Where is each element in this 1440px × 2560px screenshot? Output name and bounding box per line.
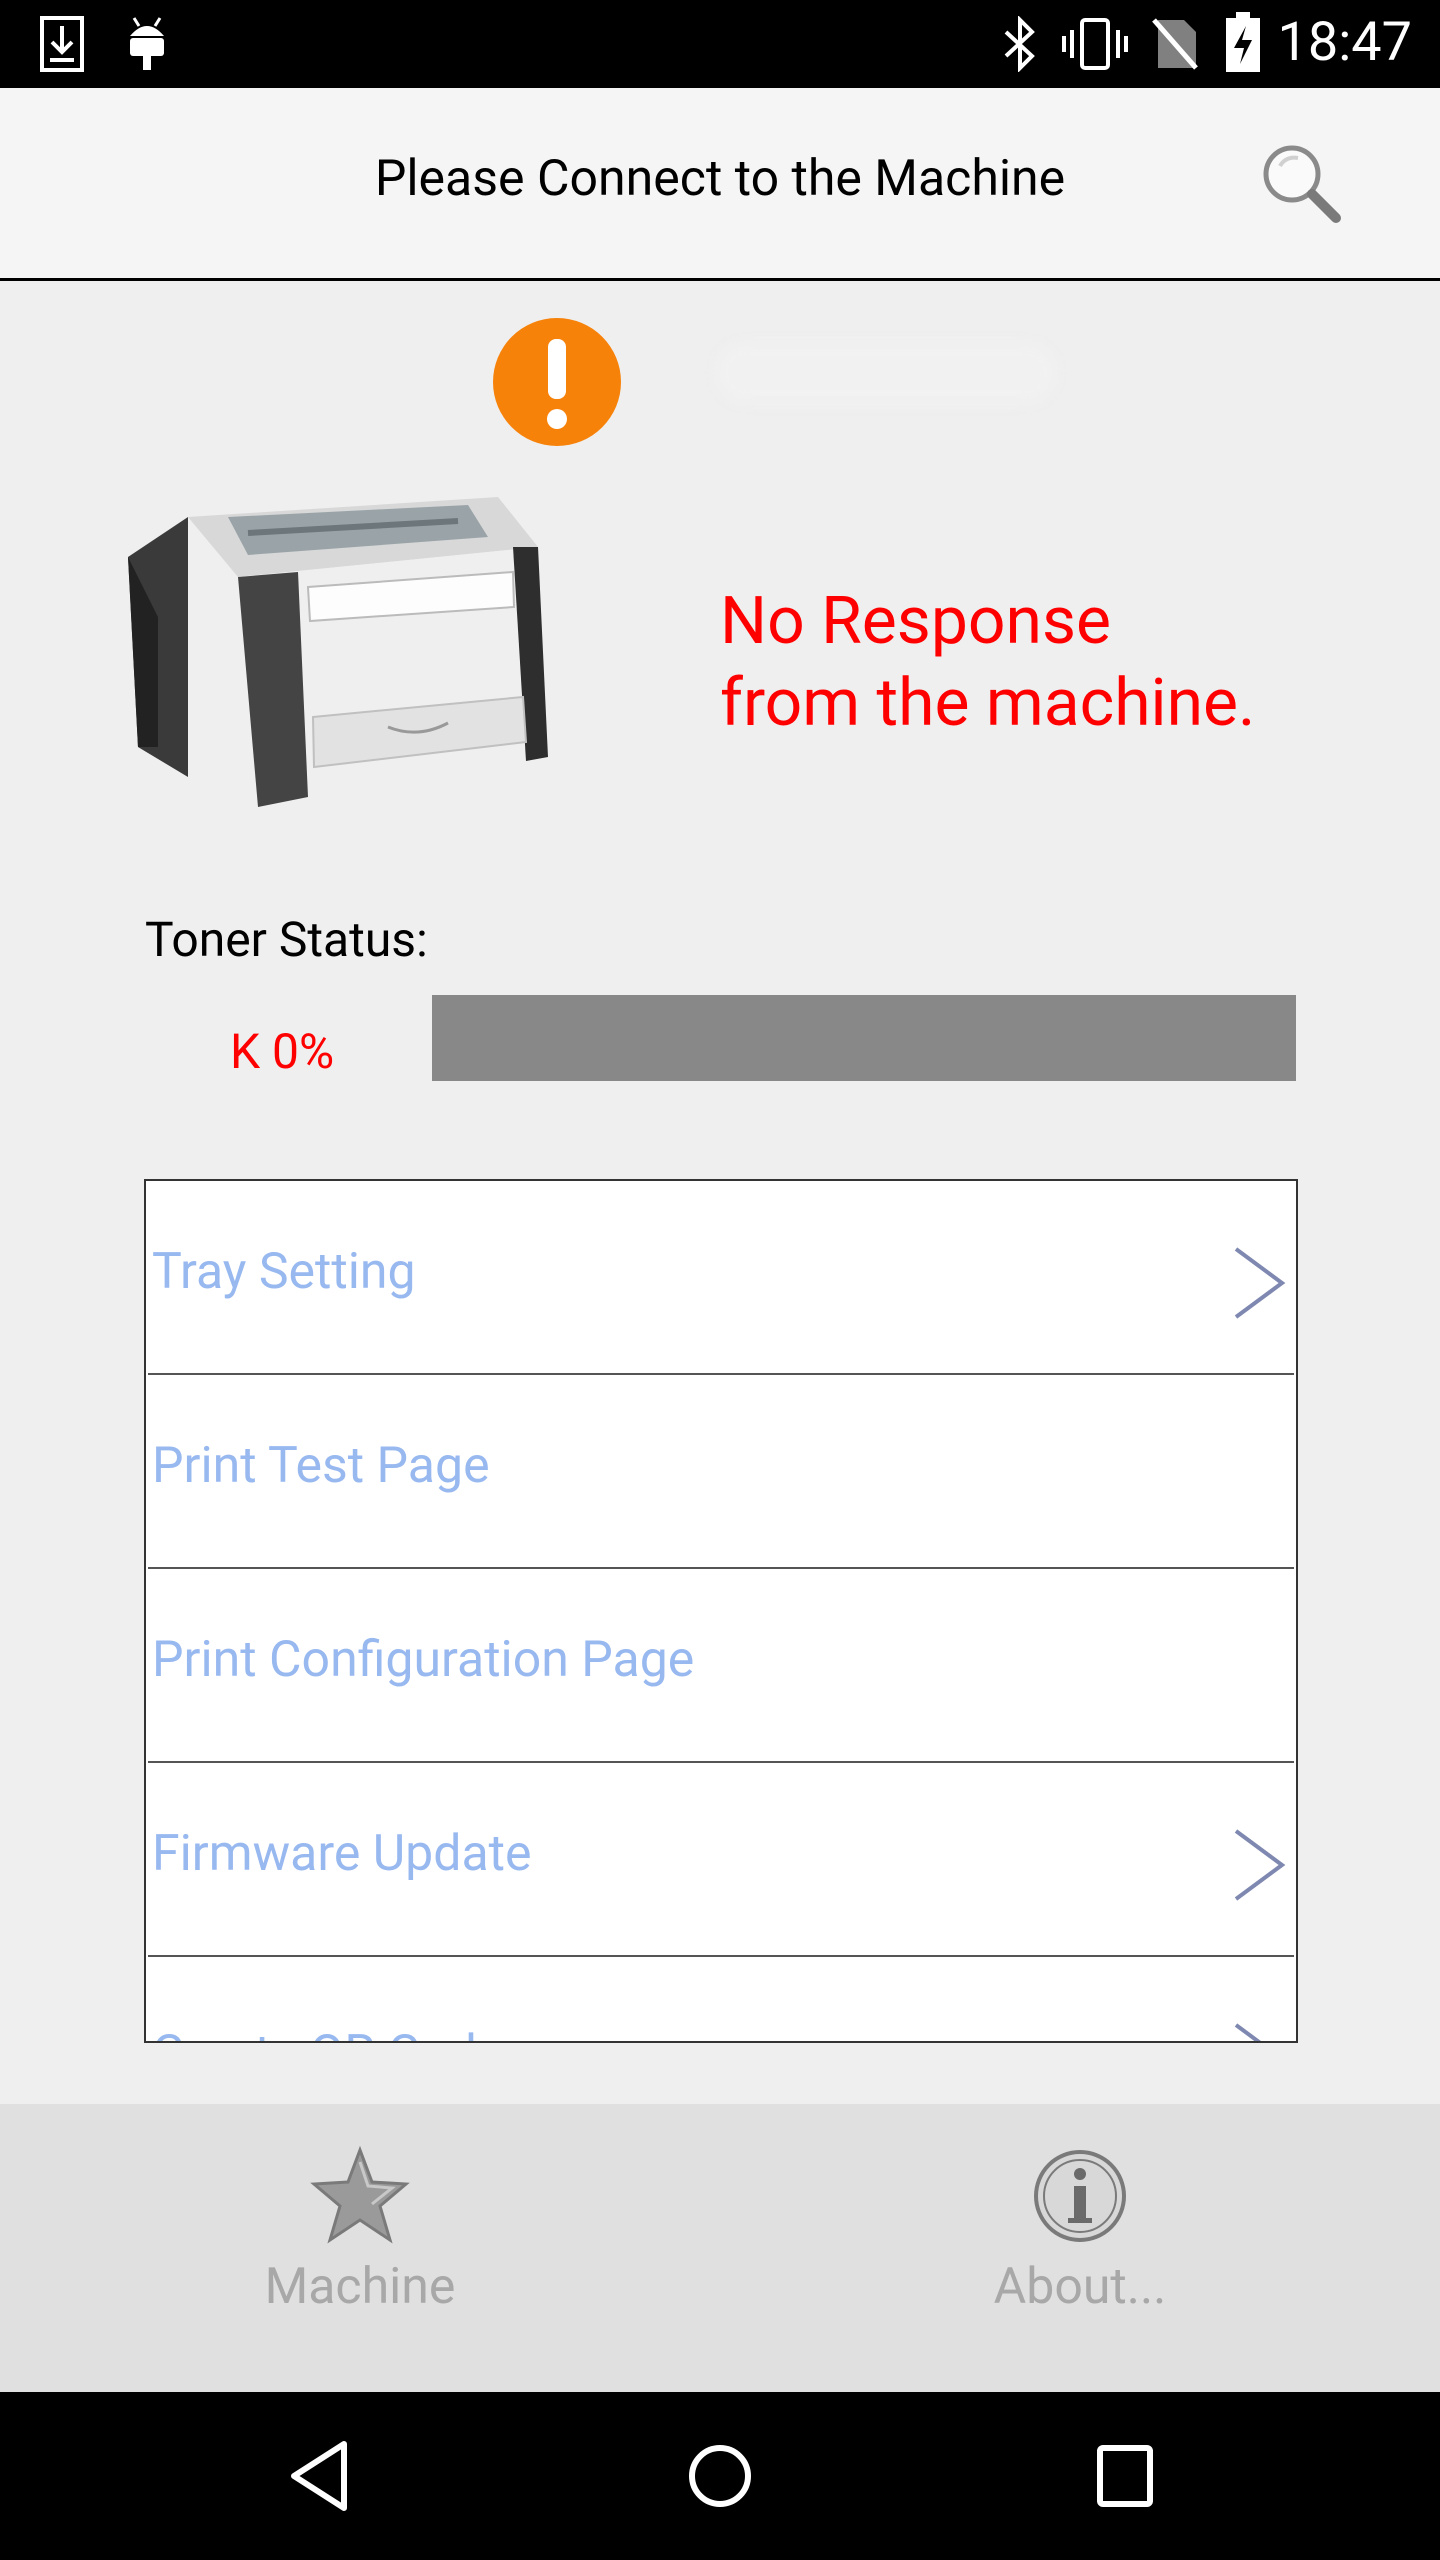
- warning-icon: [493, 318, 621, 446]
- chevron-right-icon: [1234, 1829, 1286, 1901]
- menu-item-create-qr-code[interactable]: Create QR Code: [148, 1957, 1294, 2041]
- chevron-right-icon: [1234, 1247, 1286, 1319]
- system-navigation-bar: [0, 2392, 1440, 2560]
- app-header: Please Connect to the Machine: [0, 88, 1440, 281]
- menu-item-label: Tray Setting: [152, 1243, 416, 1301]
- toner-status-label: Toner Status:: [145, 911, 428, 968]
- tab-label: About...: [993, 2258, 1167, 2316]
- bottom-navigation: Machine About...: [0, 2104, 1440, 2392]
- recents-icon[interactable]: [1090, 2436, 1160, 2516]
- machine-panel: No Response from the machine. Toner Stat…: [0, 281, 1440, 2104]
- menu-item-label: Firmware Update: [152, 1825, 532, 1883]
- machine-name-redacted: [716, 343, 1056, 403]
- menu-item-print-configuration-page[interactable]: Print Configuration Page: [148, 1569, 1294, 1763]
- star-icon: [310, 2146, 410, 2244]
- battery-charging-icon: [1226, 12, 1260, 72]
- download-icon: [40, 16, 84, 72]
- back-icon[interactable]: [284, 2436, 354, 2516]
- tab-machine[interactable]: Machine: [0, 2104, 720, 2392]
- vibrate-icon: [1062, 18, 1128, 70]
- toner-level-text: K 0%: [230, 1023, 335, 1080]
- tab-about[interactable]: About...: [720, 2104, 1440, 2392]
- printer-image: [128, 497, 548, 807]
- chevron-right-icon: [1234, 2023, 1262, 2041]
- machine-menu-list[interactable]: Tray Setting Print Test Page Print Confi…: [144, 1179, 1298, 2043]
- android-debug-icon: [130, 17, 164, 70]
- menu-item-tray-setting[interactable]: Tray Setting: [148, 1181, 1294, 1375]
- tab-label: Machine: [264, 2258, 456, 2316]
- menu-item-label: Print Configuration Page: [152, 1631, 695, 1689]
- page-title: Please Connect to the Machine: [374, 150, 1066, 208]
- status-message: No Response from the machine.: [720, 583, 1256, 742]
- no-sim-icon: [1152, 18, 1198, 70]
- bluetooth-icon: [1004, 16, 1035, 72]
- menu-item-label: Print Test Page: [152, 1437, 490, 1495]
- status-clock: 18:47: [1277, 11, 1412, 74]
- search-icon[interactable]: [1258, 140, 1346, 228]
- home-icon[interactable]: [686, 2436, 754, 2516]
- menu-item-firmware-update[interactable]: Firmware Update: [148, 1763, 1294, 1957]
- menu-item-print-test-page[interactable]: Print Test Page: [148, 1375, 1294, 1569]
- info-icon: [1034, 2150, 1126, 2242]
- toner-level-bar: [432, 995, 1296, 1081]
- status-bar: 18:47: [0, 0, 1440, 88]
- menu-item-label: Create QR Code: [152, 2025, 503, 2041]
